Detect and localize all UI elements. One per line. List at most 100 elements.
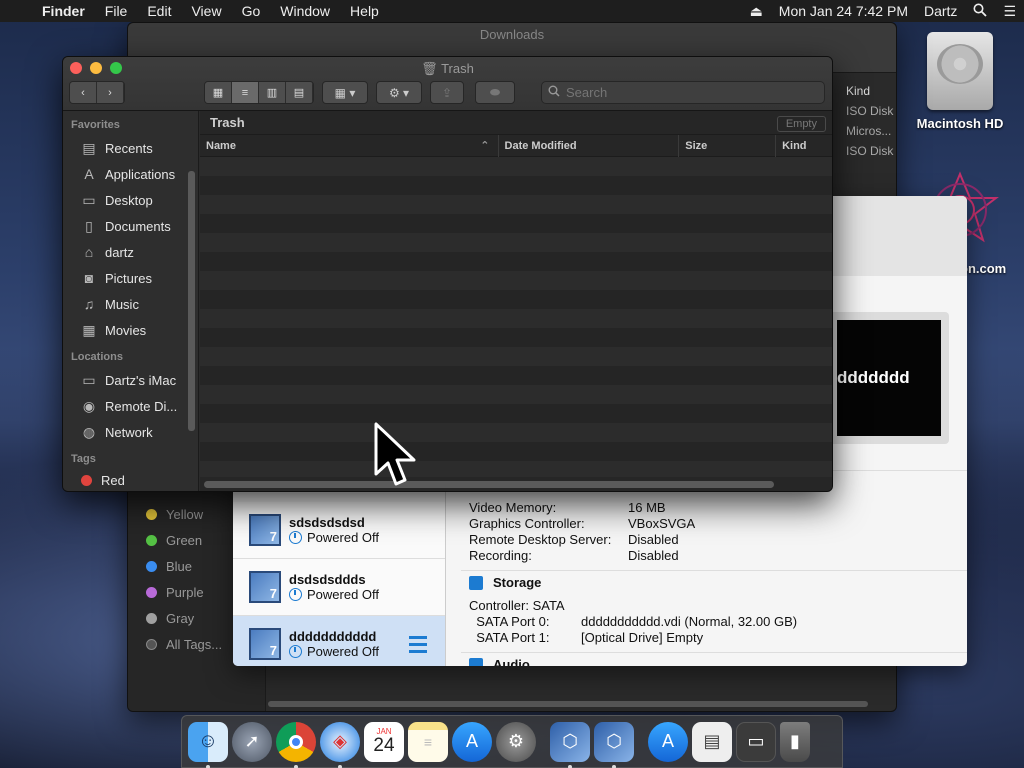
sidebar-item-movies[interactable]: ▦ Movies (63, 317, 198, 343)
vm-list: 7 sdsdsdsdsd Powered Off 7 dsdsdsddds Po… (233, 502, 445, 666)
menubar-clock[interactable]: Mon Jan 24 7:42 PM (771, 3, 916, 19)
dock-calendar-icon[interactable]: JAN 24 (364, 721, 404, 762)
dock-virtualbox-icon[interactable]: ⬡ (550, 721, 590, 768)
detail-value: 16 MB (628, 500, 666, 515)
tag-label: Blue (166, 558, 193, 574)
mouse-cursor-icon (374, 422, 416, 486)
sidebar-item-documents[interactable]: ▯ Documents (63, 213, 198, 239)
column-header-size[interactable]: Size (679, 134, 777, 157)
action-button[interactable]: ⚙ ▾ (376, 81, 422, 104)
eject-icon[interactable]: ⏏ (742, 3, 771, 20)
empty-file-rows[interactable] (200, 157, 832, 477)
notes-lines-icon: ≡ (423, 733, 433, 750)
menu-view[interactable]: View (181, 3, 231, 19)
vm-state: Powered Off (289, 530, 379, 545)
sidebar-item-desktop[interactable]: ▭ Desktop (63, 187, 198, 213)
audio-section-header[interactable]: Audio (461, 652, 967, 666)
spotlight-search-icon[interactable] (965, 3, 995, 20)
hard-drive-icon (927, 32, 993, 110)
windows-7-icon: 7 (249, 571, 281, 603)
dock-finder-icon[interactable]: ☺ (188, 721, 228, 768)
sidebar-item-imac[interactable]: ▭ Dartz's iMac (63, 367, 198, 393)
sidebar-item-pictures[interactable]: ◙ Pictures (63, 265, 198, 291)
dock-app-store-icon[interactable]: A (452, 721, 492, 762)
gallery-view-button[interactable]: ▤ (286, 82, 313, 103)
desktop-icon-macintosh-hd[interactable]: Macintosh HD (912, 32, 1008, 131)
storage-section-header[interactable]: Storage (461, 570, 967, 594)
dock-notes-icon[interactable]: ≡ (408, 721, 448, 762)
sidebar-tag-green[interactable]: Green (146, 527, 222, 553)
detail-value: [Optical Drive] Empty (581, 630, 704, 645)
menu-help[interactable]: Help (340, 3, 389, 19)
finder-sidebar: Favorites ▤ Recents A Applications ▭ Deskto… (63, 111, 199, 491)
column-view-button[interactable]: ▥ (259, 82, 286, 103)
downloads-horizontal-scrollbar[interactable] (268, 701, 868, 707)
clock-icon: ▤ (82, 140, 96, 156)
search-field[interactable] (541, 81, 825, 104)
finder-face-icon: ☺ (197, 730, 219, 752)
sidebar-all-tags[interactable]: All Tags... (146, 631, 222, 657)
sidebar-item-dartz[interactable]: ⌂ dartz (63, 239, 198, 265)
dock: ☺ ➚ ◈ JAN 24 ≡ A ⚙ ⬡ ⬡ A ▤ ▭ ▮ (181, 715, 843, 768)
trash-window: 🗑 Trash ‹ › ▦ ≡ ▥ ▤ ▦ ▾ ⚙ ▾ ⇪ ⬬ Favorite… (62, 56, 833, 492)
sidebar-item-remote-disc[interactable]: ◉ Remote Di... (63, 393, 198, 419)
search-input[interactable] (566, 85, 806, 100)
app-store-a-icon: A (465, 731, 478, 751)
dock-document-stack-icon[interactable]: ▤ (692, 721, 732, 762)
dock-chrome-icon[interactable] (276, 721, 316, 768)
column-header-name[interactable]: Name ⌃ (200, 134, 499, 157)
sidebar-tag-purple[interactable]: Purple (146, 579, 222, 605)
menu-go[interactable]: Go (232, 3, 271, 19)
tag-label: Purple (166, 584, 204, 600)
menu-file[interactable]: File (95, 3, 138, 19)
home-icon: ⌂ (84, 244, 94, 260)
vm-details-menu-icon[interactable] (401, 632, 427, 656)
disc-icon: ◉ (82, 398, 96, 414)
list-view-button[interactable]: ≡ (232, 82, 259, 103)
dock-safari-icon[interactable]: ◈ (320, 721, 360, 768)
back-button[interactable]: ‹ (70, 82, 97, 103)
vm-list-item[interactable]: 7 dsdsdsddds Powered Off (233, 559, 445, 616)
share-button[interactable]: ⇪ (430, 81, 464, 104)
horizontal-scrollbar[interactable] (204, 481, 774, 488)
tags-button[interactable]: ⬬ (475, 81, 515, 104)
sidebar-tag-blue[interactable]: Blue (146, 553, 222, 579)
sidebar-scrollbar[interactable] (188, 171, 195, 431)
kind-column-header[interactable]: Kind (846, 81, 898, 101)
storage-icon (469, 575, 483, 590)
notification-center-icon[interactable]: ☰ (995, 3, 1024, 20)
sidebar-tag-red[interactable]: Red (63, 469, 198, 489)
group-by-button[interactable]: ▦ ▾ (322, 81, 368, 104)
dock-system-preferences-icon[interactable]: ⚙ (496, 721, 536, 762)
virtualbox-cube-icon: ⬡ (606, 731, 622, 751)
dock-recent-stack-icon[interactable]: ▭ (736, 721, 776, 762)
sidebar-item-applications[interactable]: A Applications (63, 161, 198, 187)
dock-downloads-stack-icon[interactable]: A (648, 721, 688, 762)
menu-window[interactable]: Window (270, 3, 340, 19)
icon-view-button[interactable]: ▦ (205, 82, 232, 103)
dock-virtualbox-vm-icon[interactable]: ⬡ (594, 721, 634, 768)
vm-list-item-selected[interactable]: 7 ddddddddddd Powered Off (233, 616, 445, 666)
column-header-kind[interactable]: Kind (776, 135, 832, 157)
vm-name: ddddddddddd (289, 629, 377, 644)
sidebar-item-label: Applications (105, 166, 176, 182)
rocket-icon: ➚ (244, 731, 260, 751)
column-header-date-modified[interactable]: Date Modified (499, 134, 680, 157)
menubar-user[interactable]: Dartz (916, 3, 965, 19)
sidebar-item-music[interactable]: ♫ Music (63, 291, 198, 317)
detail-key: Controller: SATA (469, 598, 565, 613)
menu-edit[interactable]: Edit (137, 3, 181, 19)
sidebar-item-recents[interactable]: ▤ Recents (63, 135, 198, 161)
menu-app-finder[interactable]: Finder (36, 3, 95, 19)
sidebar-item-network[interactable]: ◍ Network (63, 419, 198, 445)
path-label: Trash (210, 115, 245, 130)
vm-list-item[interactable]: 7 sdsdsdsdsd Powered Off (233, 502, 445, 559)
forward-button[interactable]: › (97, 82, 124, 103)
dock-launchpad-icon[interactable]: ➚ (232, 721, 272, 762)
sidebar-tag-yellow[interactable]: Yellow (146, 501, 222, 527)
list-icon: ≡ (241, 86, 249, 99)
sidebar-tag-gray[interactable]: Gray (146, 605, 222, 631)
dock-trash-icon[interactable]: ▮ (780, 721, 810, 762)
empty-trash-button[interactable]: Empty (776, 116, 826, 132)
detail-key: SATA Port 0: (469, 614, 550, 629)
